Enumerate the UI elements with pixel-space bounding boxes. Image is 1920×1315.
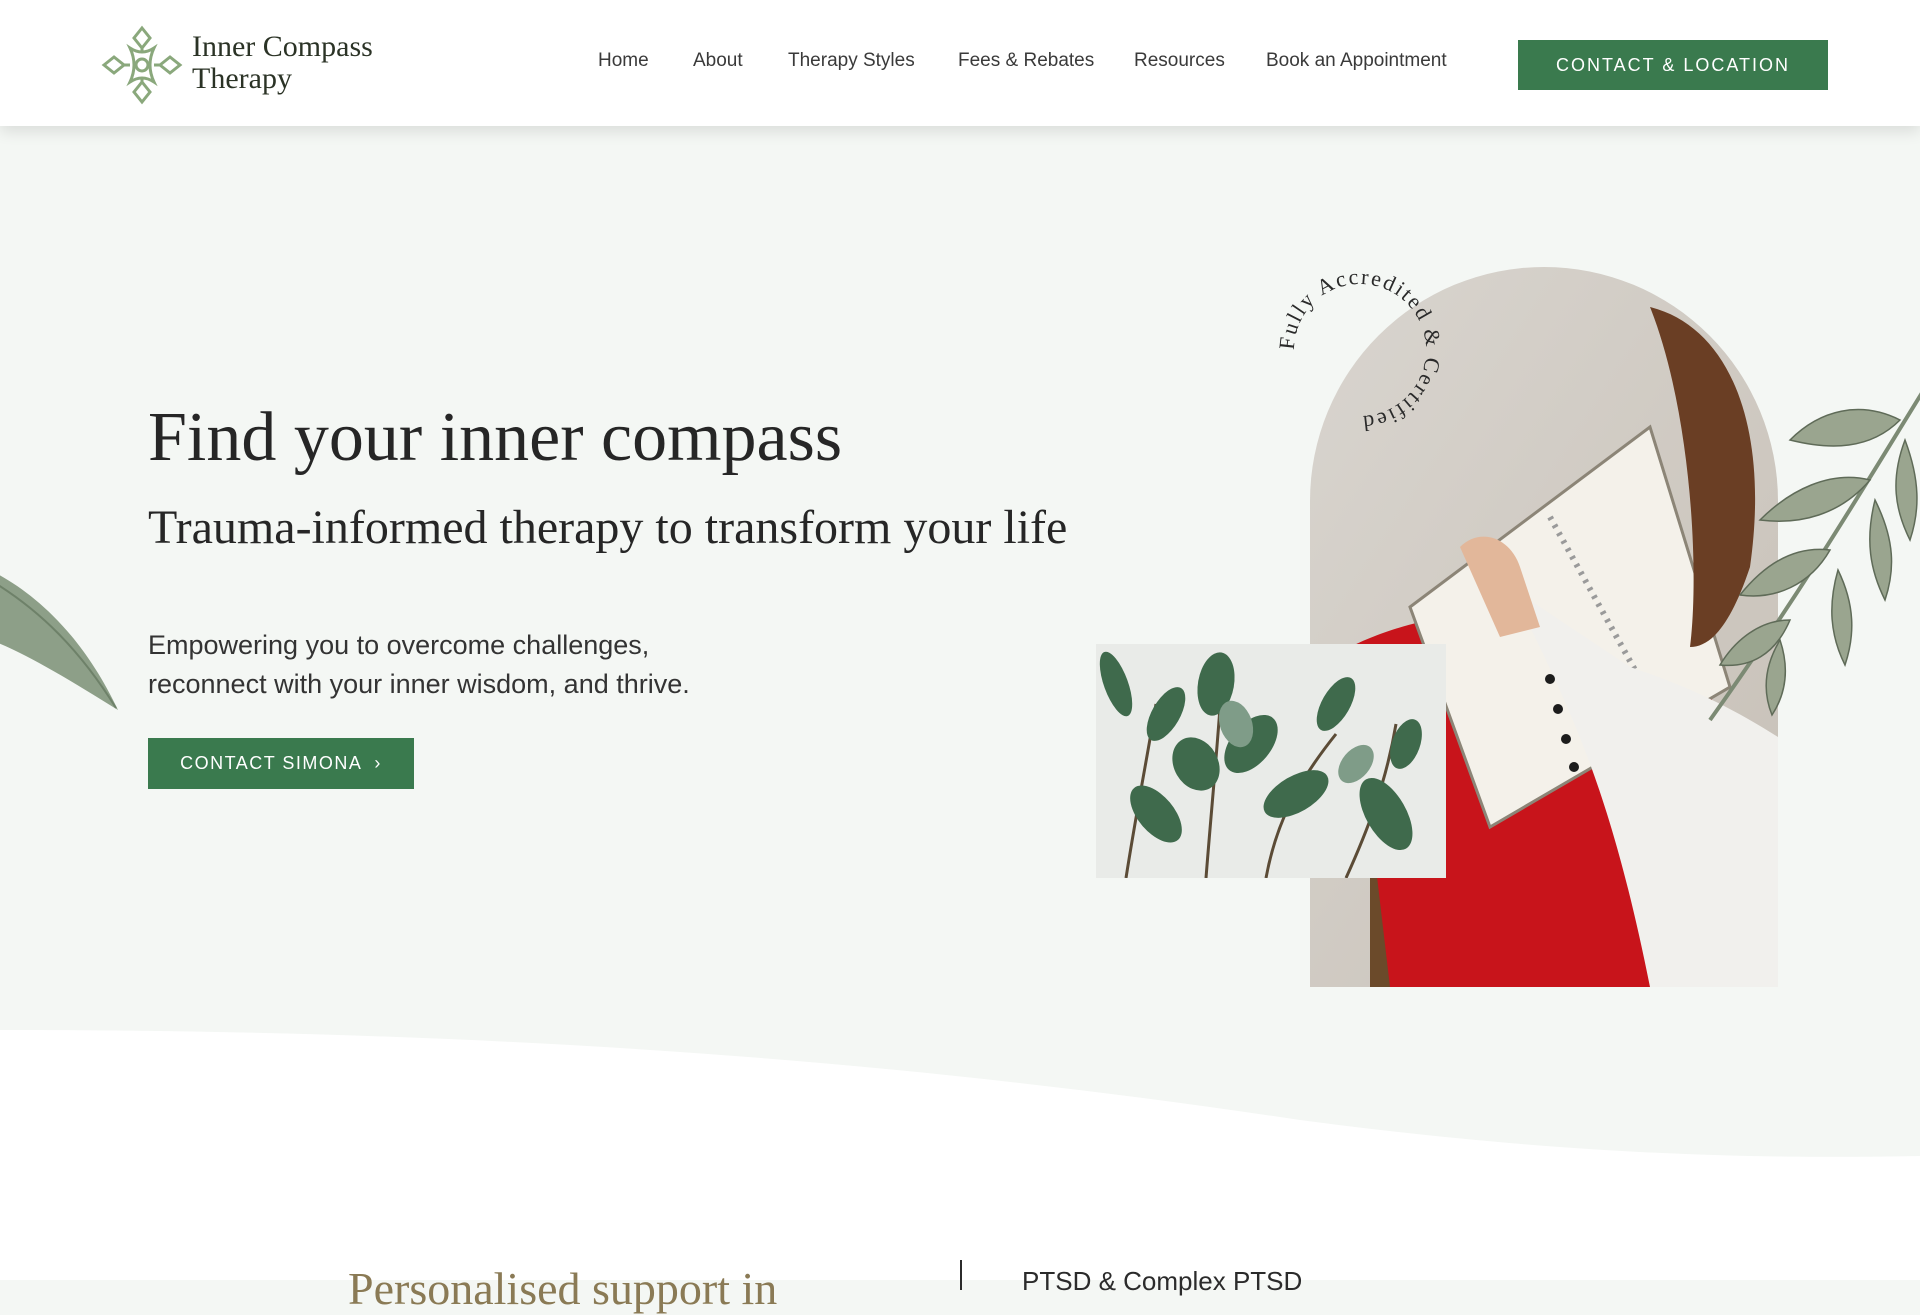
compass-logo-icon bbox=[101, 25, 183, 105]
hero-description: Empowering you to overcome challenges, r… bbox=[148, 626, 828, 704]
logo-text-line1: Inner Compass bbox=[192, 30, 373, 63]
accreditation-badge: Fully Accredited & Certified bbox=[1274, 264, 1447, 436]
chevron-right-icon: › bbox=[374, 753, 382, 773]
services-heading-partial: Personalised support in bbox=[348, 1263, 778, 1314]
section-divider bbox=[960, 1260, 962, 1290]
nav-item-about[interactable]: About bbox=[693, 50, 743, 72]
nav-item-home[interactable]: Home bbox=[598, 50, 649, 72]
badge-text: Fully Accredited & Certified bbox=[1274, 264, 1447, 436]
hero-title: Find your inner compass bbox=[148, 399, 843, 476]
decorative-leaf-left bbox=[0, 575, 118, 710]
rubber-plant-photo bbox=[1096, 644, 1446, 878]
decorative-fern bbox=[1708, 392, 1920, 722]
hero-description-line2: reconnect with your inner wisdom, and th… bbox=[148, 669, 690, 699]
site-logo[interactable]: Inner Compass Therapy bbox=[100, 22, 400, 108]
logo-text-line2: Therapy bbox=[192, 62, 292, 95]
nav-item-fees-rebates[interactable]: Fees & Rebates bbox=[958, 50, 1094, 72]
hero-bottom-wave bbox=[0, 1030, 1920, 1280]
nav-item-book-appointment[interactable]: Book an Appointment bbox=[1266, 50, 1447, 72]
contact-simona-button[interactable]: CONTACT SIMONA › bbox=[148, 738, 414, 789]
site-header: Inner Compass Therapy Home About Therapy… bbox=[0, 0, 1920, 126]
nav-item-resources[interactable]: Resources bbox=[1134, 50, 1225, 72]
contact-location-button[interactable]: CONTACT & LOCATION bbox=[1518, 40, 1828, 90]
hero-subtitle: Trauma-informed therapy to transform you… bbox=[148, 501, 1068, 554]
service-item-partial: PTSD & Complex PTSD bbox=[1022, 1266, 1303, 1296]
hero-description-line1: Empowering you to overcome challenges, bbox=[148, 630, 650, 660]
nav-item-therapy-styles[interactable]: Therapy Styles bbox=[788, 50, 915, 72]
plant-photo bbox=[1096, 644, 1446, 878]
contact-simona-label: CONTACT SIMONA bbox=[180, 753, 363, 773]
